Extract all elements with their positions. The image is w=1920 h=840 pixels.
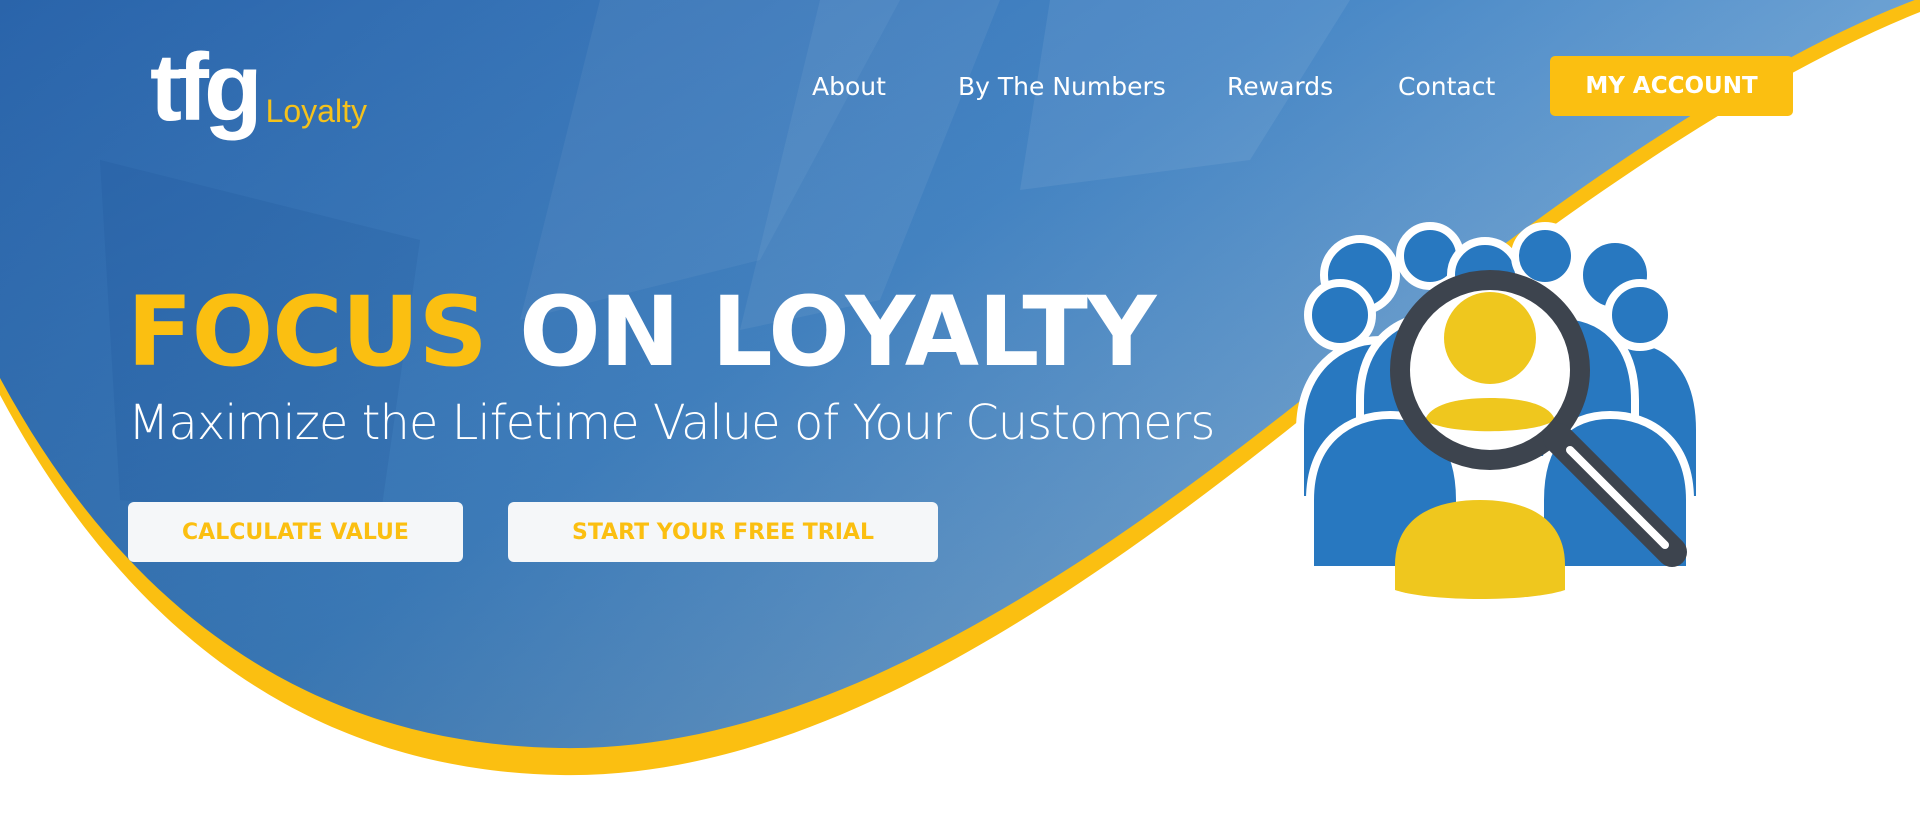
nav-link-by-the-numbers[interactable]: By The Numbers <box>958 72 1166 101</box>
customer-search-icon <box>1296 222 1704 599</box>
nav-link-contact[interactable]: Contact <box>1398 72 1495 101</box>
headline-accent: FOCUS <box>127 276 488 388</box>
hero-headline: FOCUS ON LOYALTY <box>127 279 1156 386</box>
hero-subheadline: Maximize the Lifetime Value of Your Cust… <box>128 395 1215 451</box>
hero-section: tfg Loyalty About By The Numbers Rewards… <box>0 0 1920 840</box>
free-trial-button[interactable]: START YOUR FREE TRIAL <box>508 502 938 562</box>
nav-link-about[interactable]: About <box>812 72 886 101</box>
main-nav: About By The Numbers Rewards Contact MY … <box>0 56 1920 116</box>
my-account-button[interactable]: MY ACCOUNT <box>1550 56 1793 116</box>
calculate-value-button[interactable]: CALCULATE VALUE <box>128 502 463 562</box>
headline-rest: ON LOYALTY <box>519 276 1156 388</box>
nav-link-rewards[interactable]: Rewards <box>1227 72 1333 101</box>
